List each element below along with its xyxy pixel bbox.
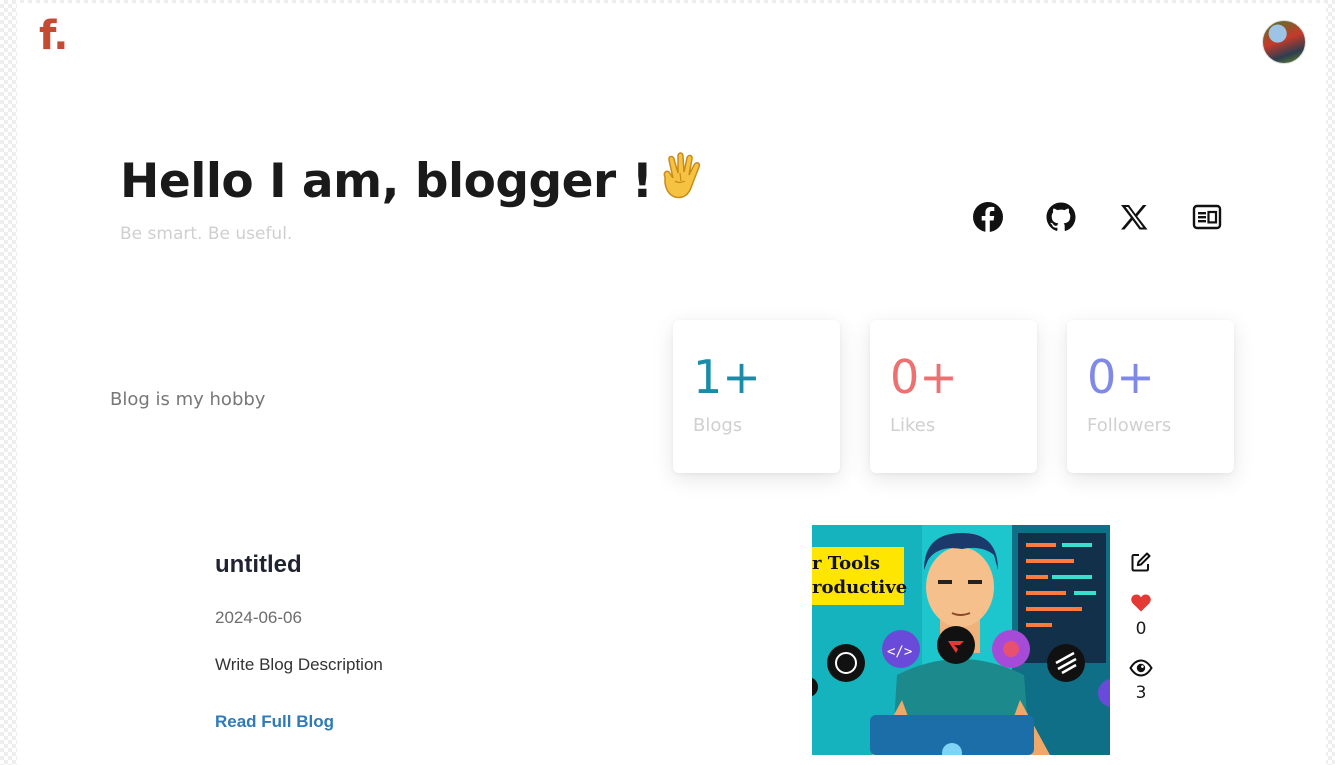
stat-card-likes: 0+ Likes	[870, 320, 1037, 473]
post-actions: 0 3	[1125, 551, 1157, 703]
stat-value: 1+	[693, 350, 761, 404]
stat-label: Likes	[890, 415, 936, 437]
user-avatar[interactable]	[1262, 20, 1306, 64]
vulcan-salute-hand-icon	[663, 152, 700, 199]
post-thumbnail[interactable]: r Tools roductive </>	[812, 525, 1110, 755]
facebook-link[interactable]	[972, 199, 1004, 235]
thumbnail-caption-2: roductive	[812, 577, 907, 598]
post-thumbnail-illustration: r Tools roductive </>	[812, 525, 1110, 755]
stat-card-blogs: 1+ Blogs	[673, 320, 840, 473]
x-twitter-link[interactable]	[1118, 199, 1150, 235]
newspaper-icon	[1192, 204, 1222, 230]
post-date: 2024-06-06	[215, 608, 302, 627]
x-twitter-icon	[1121, 205, 1148, 230]
news-link[interactable]	[1191, 199, 1223, 235]
views-count: 3	[1135, 683, 1147, 703]
thumbnail-caption-1: r Tools	[812, 553, 880, 574]
facebook-icon	[973, 202, 1003, 232]
hero-tagline: Be smart. Be useful.	[120, 224, 293, 244]
likes-count: 0	[1135, 619, 1147, 639]
hero-title-text: Hello I am, blogger !	[120, 154, 653, 209]
heart-icon[interactable]	[1130, 593, 1152, 613]
stat-value: 0+	[890, 350, 958, 404]
eye-icon	[1129, 659, 1153, 677]
stat-label: Blogs	[693, 415, 743, 437]
page: f. Hello I am, blogger ! Be smart. Be us…	[17, 3, 1326, 765]
hobby-text: Blog is my hobby	[110, 389, 266, 410]
site-logo[interactable]: f.	[39, 13, 68, 59]
stats-row: 1+ Blogs 0+ Likes 0+ Followers	[673, 320, 1234, 473]
github-link[interactable]	[1045, 199, 1077, 235]
post-description: Write Blog Description	[215, 655, 383, 674]
read-full-blog-link[interactable]: Read Full Blog	[215, 712, 334, 732]
github-icon	[1046, 202, 1076, 231]
stat-value: 0+	[1087, 350, 1155, 404]
post-title: untitled	[215, 551, 302, 578]
social-links	[972, 199, 1223, 235]
svg-text:</>: </>	[887, 644, 912, 660]
edit-icon[interactable]	[1130, 551, 1152, 573]
stat-card-followers: 0+ Followers	[1067, 320, 1234, 473]
hero-title: Hello I am, blogger !	[120, 151, 709, 209]
stat-label: Followers	[1087, 415, 1172, 437]
